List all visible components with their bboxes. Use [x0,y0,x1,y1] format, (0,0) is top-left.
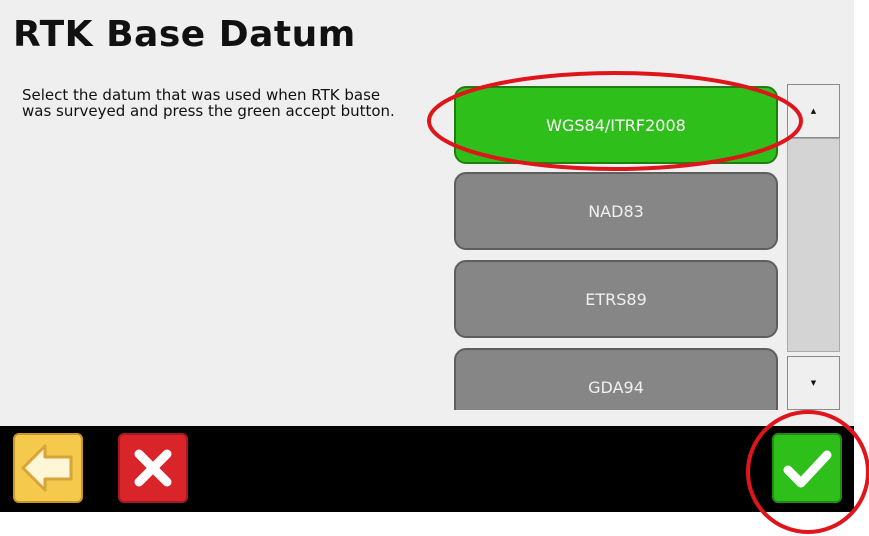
checkmark-icon [783,450,832,488]
arrow-up-icon: ▲ [810,107,817,115]
datum-option-label: NAD83 [588,201,644,221]
scroll-up-button[interactable]: ▲ [787,84,840,138]
page-title: RTK Base Datum [13,14,356,55]
datum-option-wgs84[interactable]: WGS84/ITRF2008 [454,86,778,164]
datum-option-label: ETRS89 [585,289,647,309]
arrow-down-icon: ▼ [810,379,817,387]
scroll-down-button[interactable]: ▼ [787,356,840,410]
datum-option-etrs89[interactable]: ETRS89 [454,260,778,338]
back-button[interactable] [13,433,83,503]
datum-option-label: WGS84/ITRF2008 [546,115,686,135]
accept-button[interactable] [772,433,842,503]
datum-option-gda94[interactable]: GDA94 [454,348,778,410]
scroll-thumb[interactable] [787,138,840,352]
datum-list: WGS84/ITRF2008 NAD83 ETRS89 GDA94 [448,80,788,410]
screen-area: RTK Base Datum Select the datum that was… [0,0,854,426]
datum-option-label: GDA94 [588,377,644,397]
scrollbar[interactable]: ▲ ▼ [787,84,840,410]
back-arrow-icon [21,444,73,492]
datum-option-nad83[interactable]: NAD83 [454,172,778,250]
cancel-button[interactable] [118,433,188,503]
x-icon [134,449,172,487]
instructions-text: Select the datum that was used when RTK … [22,86,395,120]
